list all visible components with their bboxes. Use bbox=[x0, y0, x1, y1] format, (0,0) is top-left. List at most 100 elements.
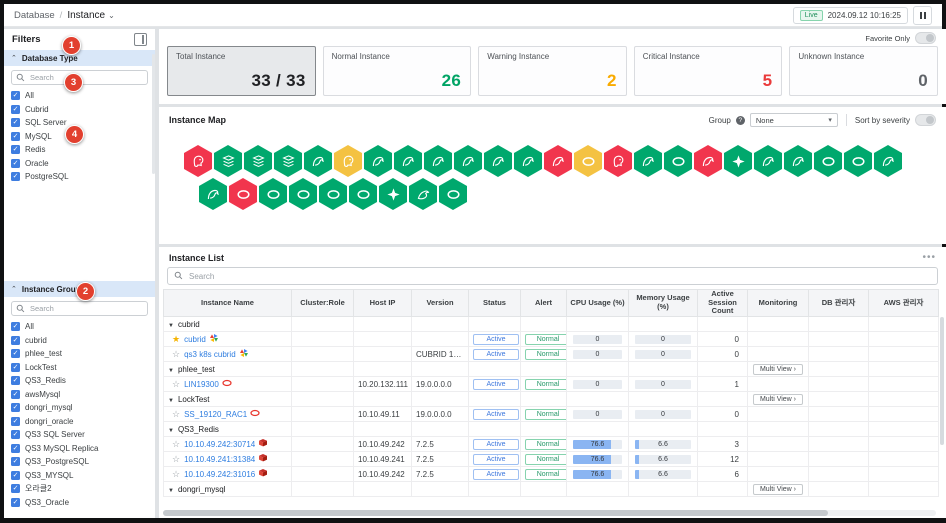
instance-hex-oracle-normal[interactable] bbox=[844, 145, 872, 177]
summary-card[interactable]: Normal Instance26 bbox=[323, 46, 472, 96]
instance-hex-oracle-normal[interactable] bbox=[289, 178, 317, 210]
checkbox-checked-icon[interactable]: ✓ bbox=[11, 484, 20, 493]
instance-name-link[interactable]: LIN19300 bbox=[184, 380, 219, 389]
instance-hex-oracle-normal[interactable] bbox=[319, 178, 347, 210]
instance-hex-mysql-normal[interactable] bbox=[364, 145, 392, 177]
more-options-icon[interactable]: ••• bbox=[922, 252, 936, 263]
list-search-input[interactable] bbox=[187, 271, 931, 282]
group-row[interactable]: ▼dongri_mysqlMulti View › bbox=[164, 482, 939, 497]
sidebar-scrollbar[interactable] bbox=[152, 54, 155, 174]
instance-row[interactable]: ☆10.10.49.242:3101610.10.49.2427.2.5Acti… bbox=[164, 467, 939, 482]
chevron-down-icon[interactable]: ⌄ bbox=[108, 11, 115, 20]
pause-button[interactable] bbox=[913, 6, 932, 25]
instance-row[interactable]: ☆SS_19120_RAC110.10.49.1119.0.0.0.0Activ… bbox=[164, 407, 939, 422]
instance-hex-mysql-normal[interactable] bbox=[394, 145, 422, 177]
instance-hex-mysql-normal[interactable] bbox=[634, 145, 662, 177]
group-row[interactable]: ▼QS3_Redis bbox=[164, 422, 939, 437]
column-header[interactable]: DB 관리자 bbox=[809, 290, 869, 317]
column-header[interactable]: AWS 관리자 bbox=[869, 290, 939, 317]
table-horizontal-scrollbar[interactable] bbox=[163, 510, 936, 516]
filter-checkbox-item[interactable]: ✓awsMysql bbox=[11, 388, 148, 402]
instance-hex-oracle-normal[interactable] bbox=[439, 178, 467, 210]
filter-checkbox-item[interactable]: ✓QS3 MySQL Replica bbox=[11, 442, 148, 456]
instance-name-link[interactable]: cubrid bbox=[184, 335, 206, 344]
status-badge[interactable]: Active bbox=[473, 409, 519, 420]
collapse-triangle-icon[interactable]: ▼ bbox=[168, 323, 174, 329]
multi-view-button[interactable]: Multi View › bbox=[753, 484, 803, 495]
filter-checkbox-item[interactable]: ✓LockTest bbox=[11, 361, 148, 375]
filter-section-header-0[interactable]: ⌃Database Type bbox=[4, 50, 155, 66]
status-badge[interactable]: Active bbox=[473, 379, 519, 390]
summary-card[interactable]: Critical Instance5 bbox=[634, 46, 783, 96]
instance-hex-redis-normal[interactable] bbox=[274, 145, 302, 177]
instance-hex-mysql-normal[interactable] bbox=[304, 145, 332, 177]
instance-name-link[interactable]: 10.10.49.242:31016 bbox=[184, 470, 255, 479]
group-row[interactable]: ▼LockTestMulti View › bbox=[164, 392, 939, 407]
checkbox-checked-icon[interactable]: ✓ bbox=[11, 376, 20, 385]
column-header[interactable]: Host IP bbox=[354, 290, 412, 317]
checkbox-checked-icon[interactable]: ✓ bbox=[11, 132, 20, 141]
alert-badge[interactable]: Normal bbox=[525, 349, 567, 360]
instance-hex-mysql-normal[interactable] bbox=[484, 145, 512, 177]
filter-checkbox-item[interactable]: ✓QS3 SQL Server bbox=[11, 428, 148, 442]
column-header[interactable]: Version bbox=[412, 290, 469, 317]
instance-name-link[interactable]: SS_19120_RAC1 bbox=[184, 410, 247, 419]
instance-hex-postgres-critical[interactable] bbox=[604, 145, 632, 177]
filter-checkbox-item[interactable]: ✓phlee_test bbox=[11, 347, 148, 361]
alert-badge[interactable]: Normal bbox=[525, 409, 567, 420]
favorite-star-icon[interactable]: ★ bbox=[172, 334, 180, 344]
group-row[interactable]: ▼phlee_testMulti View › bbox=[164, 362, 939, 377]
instance-hex-mysql-normal[interactable] bbox=[784, 145, 812, 177]
star-outline-icon[interactable]: ☆ bbox=[172, 349, 180, 359]
instance-row[interactable]: ☆qs3 k8s cubridCUBRID 10.1 (1...ActiveNo… bbox=[164, 347, 939, 362]
instance-hex-mysql-normal[interactable] bbox=[514, 145, 542, 177]
instance-hex-postgres-warning[interactable] bbox=[334, 145, 362, 177]
alert-badge[interactable]: Normal bbox=[525, 454, 567, 465]
alert-badge[interactable]: Normal bbox=[525, 379, 567, 390]
filter-checkbox-item[interactable]: ✓cubrid bbox=[11, 334, 148, 348]
instance-hex-mysql-normal[interactable] bbox=[754, 145, 782, 177]
status-badge[interactable]: Active bbox=[473, 334, 519, 345]
checkbox-checked-icon[interactable]: ✓ bbox=[11, 145, 20, 154]
instance-hex-cubrid-normal[interactable] bbox=[379, 178, 407, 210]
sort-by-severity-toggle[interactable] bbox=[915, 114, 936, 126]
checkbox-checked-icon[interactable]: ✓ bbox=[11, 118, 20, 127]
checkbox-checked-icon[interactable]: ✓ bbox=[11, 390, 20, 399]
instance-hex-mysql-normal[interactable] bbox=[199, 178, 227, 210]
help-icon[interactable]: ? bbox=[736, 116, 745, 125]
multi-view-button[interactable]: Multi View › bbox=[753, 364, 803, 375]
checkbox-checked-icon[interactable]: ✓ bbox=[11, 403, 20, 412]
alert-badge[interactable]: Normal bbox=[525, 469, 567, 480]
checkbox-checked-icon[interactable]: ✓ bbox=[11, 444, 20, 453]
status-badge[interactable]: Active bbox=[473, 469, 519, 480]
status-badge[interactable]: Active bbox=[473, 454, 519, 465]
collapse-triangle-icon[interactable]: ▼ bbox=[168, 398, 174, 404]
favorite-only-toggle[interactable] bbox=[915, 32, 936, 44]
instance-hex-oracle-warning[interactable] bbox=[574, 145, 602, 177]
status-badge[interactable]: Active bbox=[473, 439, 519, 450]
star-outline-icon[interactable]: ☆ bbox=[172, 454, 180, 464]
instance-row[interactable]: ☆10.10.49.242:3071410.10.49.2427.2.5Acti… bbox=[164, 437, 939, 452]
checkbox-checked-icon[interactable]: ✓ bbox=[11, 349, 20, 358]
multi-view-button[interactable]: Multi View › bbox=[753, 394, 803, 405]
instance-name-link[interactable]: 10.10.49.241:31384 bbox=[184, 455, 255, 464]
filter-checkbox-item[interactable]: ✓dongri_mysql bbox=[11, 401, 148, 415]
filter-checkbox-item[interactable]: ✓All bbox=[11, 320, 148, 334]
filter-checkbox-item[interactable]: ✓All bbox=[11, 89, 148, 103]
star-outline-icon[interactable]: ☆ bbox=[172, 439, 180, 449]
column-header[interactable]: Alert bbox=[521, 290, 567, 317]
instance-row[interactable]: ★cubridActiveNormal000 bbox=[164, 332, 939, 347]
filter-checkbox-item[interactable]: ✓QS3_Redis bbox=[11, 374, 148, 388]
summary-card[interactable]: Warning Instance2 bbox=[478, 46, 627, 96]
checkbox-checked-icon[interactable]: ✓ bbox=[11, 457, 20, 466]
instance-name-link[interactable]: qs3 k8s cubrid bbox=[184, 350, 236, 359]
filter-checkbox-item[interactable]: ✓QS3_Oracle bbox=[11, 496, 148, 510]
instance-name-link[interactable]: 10.10.49.242:30714 bbox=[184, 440, 255, 449]
star-outline-icon[interactable]: ☆ bbox=[172, 409, 180, 419]
instance-hex-mysql-normal[interactable] bbox=[424, 145, 452, 177]
instance-row[interactable]: ☆10.10.49.241:3138410.10.49.2417.2.5Acti… bbox=[164, 452, 939, 467]
filter-checkbox-item[interactable]: ✓Cubrid bbox=[11, 103, 148, 117]
column-header[interactable]: Cluster:Role bbox=[292, 290, 354, 317]
column-header[interactable]: CPU Usage (%) bbox=[567, 290, 629, 317]
checkbox-checked-icon[interactable]: ✓ bbox=[11, 322, 20, 331]
